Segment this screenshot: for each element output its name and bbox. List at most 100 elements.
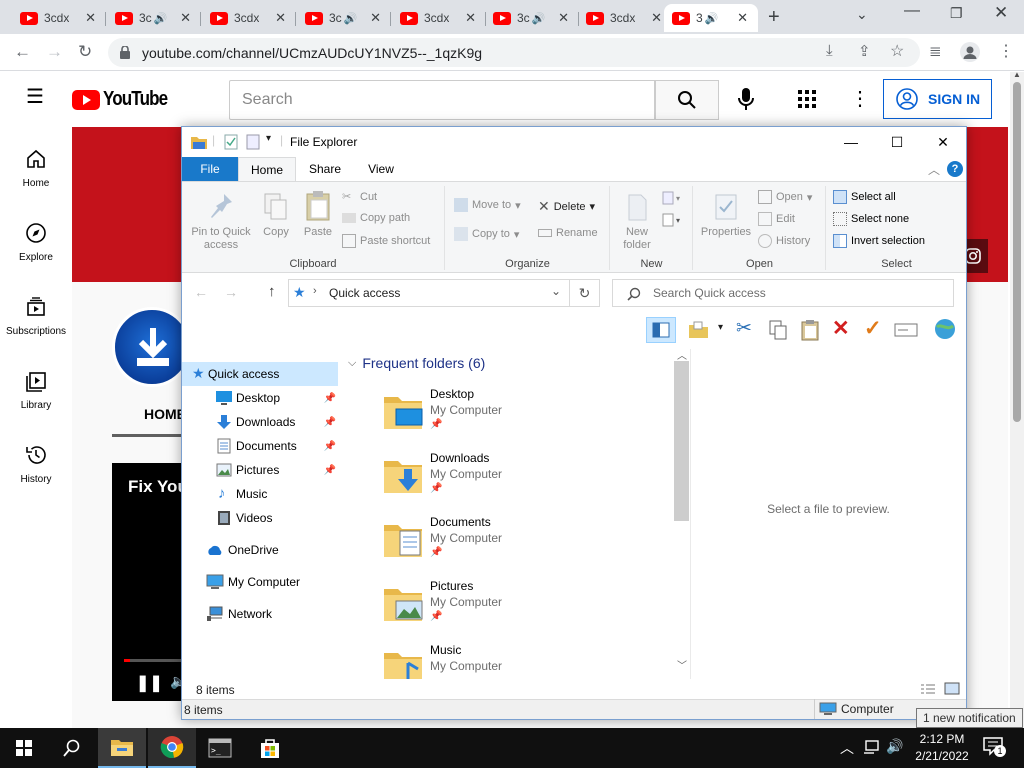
minimize-icon[interactable]: — xyxy=(904,2,920,20)
close-tab-icon[interactable]: ✕ xyxy=(275,10,286,26)
reload-icon[interactable]: ↻ xyxy=(78,42,92,62)
nav-desktop[interactable]: Desktop 📌 xyxy=(182,386,338,410)
taskbar-chrome[interactable] xyxy=(148,728,196,768)
browser-tab[interactable]: 3cdx ✕ xyxy=(202,4,296,32)
folder-tile-downloads[interactable]: Downloads My Computer 📌 xyxy=(382,449,642,507)
address-dropdown-icon[interactable]: ⌄ xyxy=(551,284,561,298)
install-icon[interactable]: ⤓ xyxy=(826,42,833,59)
back-icon[interactable]: ← xyxy=(14,42,31,62)
sign-in-button[interactable]: SIGN IN xyxy=(883,79,992,119)
history-button[interactable]: History xyxy=(758,234,810,248)
content-scrollbar[interactable]: ︿ ﹀ xyxy=(673,349,690,674)
folder-tile-pictures[interactable]: Pictures My Computer 📌 xyxy=(382,577,642,635)
system-clock[interactable]: 2:12 PM 2/21/2022 xyxy=(912,731,972,765)
hamburger-menu-icon[interactable]: ☰ xyxy=(26,84,44,109)
browser-tab[interactable]: 3c 🔊 ✕ xyxy=(297,4,391,32)
close-window-icon[interactable]: ✕ xyxy=(994,3,1008,23)
checkmark-toolbar-icon[interactable]: ✓ xyxy=(864,316,882,341)
close-tab-icon[interactable]: ✕ xyxy=(651,10,662,26)
channel-avatar[interactable] xyxy=(112,307,192,387)
nav-music[interactable]: ♪ Music xyxy=(182,482,338,506)
close-tab-icon[interactable]: ✕ xyxy=(85,10,96,26)
media-controls-icon[interactable]: ≣ xyxy=(929,42,942,62)
tab-share[interactable]: Share xyxy=(300,157,350,181)
featured-video-player[interactable]: Fix You ❚❚ 🔈 xyxy=(112,463,192,701)
nav-library[interactable]: Library xyxy=(0,370,72,411)
nav-forward-icon[interactable]: → xyxy=(224,284,238,300)
speaker-icon[interactable]: 🔊 xyxy=(344,12,358,25)
preview-pane-button[interactable] xyxy=(646,317,676,343)
tab-view[interactable]: View xyxy=(356,157,406,181)
action-center-button[interactable]: 1 xyxy=(982,736,1006,760)
new-folder-button[interactable]: New folder xyxy=(617,192,657,252)
pause-icon[interactable]: ❚❚ xyxy=(136,673,163,693)
taskbar-file-explorer[interactable] xyxy=(98,728,146,768)
explorer-address-bar[interactable]: ★ › Quick access ⌄ xyxy=(288,279,570,307)
nav-my-computer[interactable]: My Computer xyxy=(182,570,338,594)
globe-toolbar-icon[interactable] xyxy=(932,317,958,341)
youtube-logo[interactable]: YouTube xyxy=(72,88,179,111)
profile-avatar-icon[interactable] xyxy=(960,42,980,62)
close-tab-icon[interactable]: ✕ xyxy=(180,10,191,26)
notification-toast[interactable]: 1 new notification xyxy=(916,708,1023,728)
channel-tab-home[interactable]: HOME xyxy=(144,406,186,422)
browser-tab[interactable]: 3cdx ✕ xyxy=(578,4,672,32)
nav-back-icon[interactable]: ← xyxy=(194,284,208,300)
tab-home[interactable]: Home xyxy=(238,157,296,181)
properties-button[interactable]: Properties xyxy=(698,192,754,239)
start-button[interactable] xyxy=(0,728,48,768)
show-hidden-icons-icon[interactable]: ︿ xyxy=(840,738,854,758)
explorer-close-button[interactable]: ✕ xyxy=(920,127,966,157)
copy-toolbar-icon[interactable] xyxy=(768,320,788,340)
paste-toolbar-icon[interactable] xyxy=(800,319,820,341)
easy-access-icon[interactable]: ▾ xyxy=(661,212,687,228)
rename-button[interactable]: Rename xyxy=(538,227,598,239)
nav-onedrive[interactable]: OneDrive xyxy=(182,538,338,562)
close-tab-icon[interactable]: ✕ xyxy=(465,10,476,26)
explorer-maximize-button[interactable]: ☐ xyxy=(874,127,920,157)
taskbar-search-button[interactable] xyxy=(48,728,96,768)
scrollbar-thumb[interactable] xyxy=(1013,82,1021,422)
breadcrumb-chevron-icon[interactable]: › xyxy=(313,285,317,297)
volume-tray-icon[interactable]: 🔊 xyxy=(886,738,903,755)
close-tab-icon[interactable]: ✕ xyxy=(370,10,381,26)
apps-grid-icon[interactable] xyxy=(798,90,816,108)
restore-icon[interactable]: ❐ xyxy=(950,5,963,22)
tab-file[interactable]: File xyxy=(182,157,238,181)
explorer-titlebar[interactable]: | ▾ | File Explorer — ☐ ✕ xyxy=(182,127,966,157)
scroll-up-icon[interactable]: ︿ xyxy=(677,347,687,362)
new-item-icon[interactable]: ▾ xyxy=(661,190,687,206)
frequent-folders-header[interactable]: ⌵ Frequent folders (6) xyxy=(348,355,485,371)
folder-tile-desktop[interactable]: Desktop My Computer 📌 xyxy=(382,385,642,443)
nav-documents[interactable]: Documents 📌 xyxy=(182,434,338,458)
copy-to-button[interactable]: Copy to ▾ xyxy=(454,227,519,241)
folder-tile-music[interactable]: Music My Computer xyxy=(382,641,642,679)
speaker-icon[interactable]: 🔊 xyxy=(532,12,546,25)
collapse-ribbon-icon[interactable]: ︿ xyxy=(928,161,940,178)
youtube-search-input[interactable]: Search xyxy=(229,80,655,120)
open-button[interactable]: Open ▾ xyxy=(758,190,812,204)
nav-videos[interactable]: Videos xyxy=(182,506,338,530)
pin-quick-access-button[interactable]: Pin to Quick access xyxy=(188,192,254,252)
scroll-down-icon[interactable]: ﹀ xyxy=(677,657,687,672)
bookmark-star-icon[interactable]: ☆ xyxy=(890,41,904,61)
new-folder-qa-icon[interactable] xyxy=(246,134,260,150)
browser-tab[interactable]: 3c 🔊 ✕ xyxy=(485,4,579,32)
nav-quick-access[interactable]: ★ Quick access xyxy=(182,362,338,386)
toolbar-dropdown-icon[interactable]: ▾ xyxy=(718,322,723,333)
new-tab-icon[interactable]: + xyxy=(768,6,780,29)
browser-tab-active[interactable]: 3 🔊 ✕ xyxy=(664,4,758,32)
browser-tab[interactable]: 3cdx ✕ xyxy=(392,4,486,32)
nav-pictures[interactable]: Pictures 📌 xyxy=(182,458,338,482)
edit-button[interactable]: Edit xyxy=(758,212,795,226)
paste-shortcut-button[interactable]: Paste shortcut xyxy=(342,234,430,248)
video-title[interactable]: Fix You xyxy=(128,477,188,497)
taskbar-terminal[interactable]: >_ xyxy=(196,728,244,768)
chrome-menu-icon[interactable]: ⋮ xyxy=(998,42,1014,62)
move-to-button[interactable]: Move to ▾ xyxy=(454,198,521,212)
microphone-icon[interactable] xyxy=(738,88,754,112)
delete-button[interactable]: ✕ Delete ▾ xyxy=(538,198,595,215)
browser-tab[interactable]: 3cdx ✕ xyxy=(12,4,106,32)
cut-button[interactable]: ✂ Cut xyxy=(342,190,377,204)
network-tray-icon[interactable] xyxy=(862,740,880,756)
